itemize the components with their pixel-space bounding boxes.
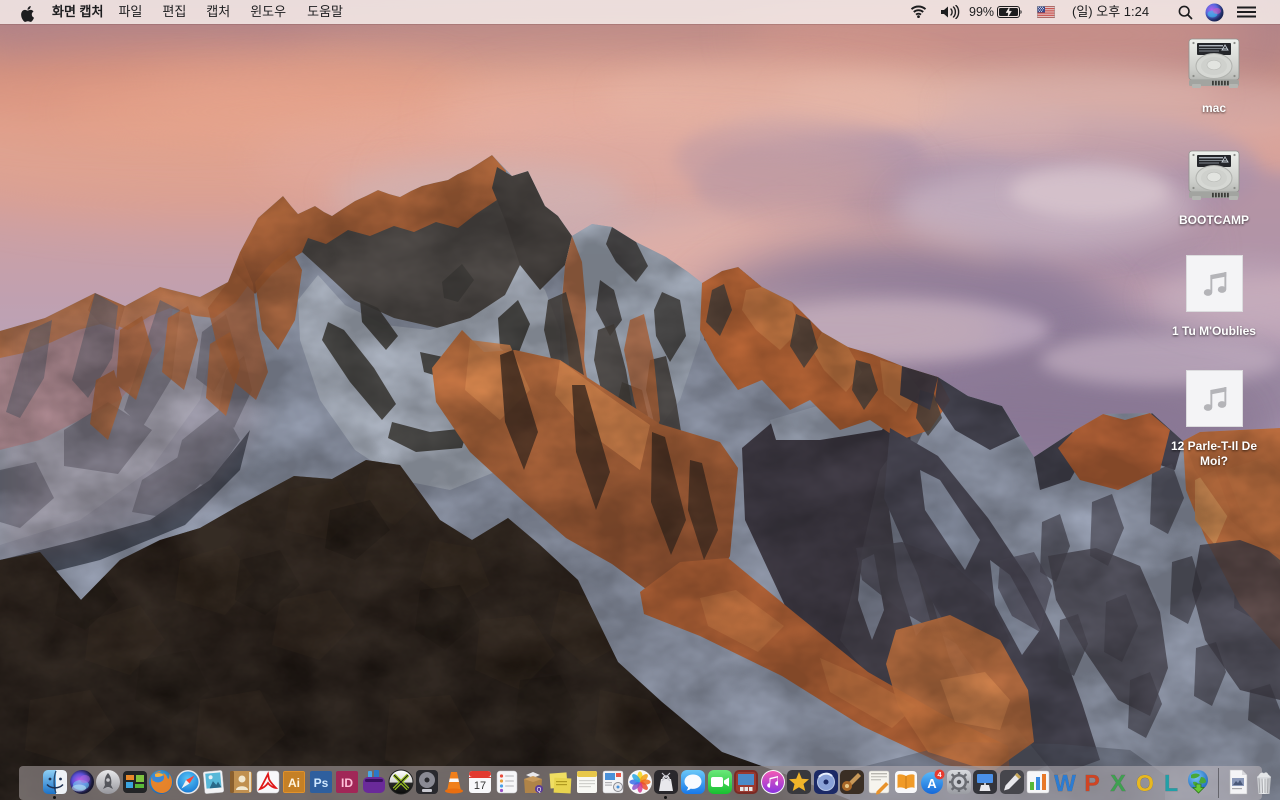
svg-text:17: 17 xyxy=(474,780,486,792)
svg-text:O: O xyxy=(1136,770,1154,795)
svg-text:L: L xyxy=(1164,770,1178,795)
svg-text:ID: ID xyxy=(341,776,353,790)
svg-text:A: A xyxy=(927,776,937,791)
svg-text:P: P xyxy=(1084,770,1099,795)
svg-text:Q: Q xyxy=(537,788,542,794)
svg-text:Ps: Ps xyxy=(314,776,329,790)
svg-text:Ai: Ai xyxy=(288,776,300,790)
svg-text:W: W xyxy=(1054,770,1076,795)
svg-text:X: X xyxy=(1110,770,1126,795)
